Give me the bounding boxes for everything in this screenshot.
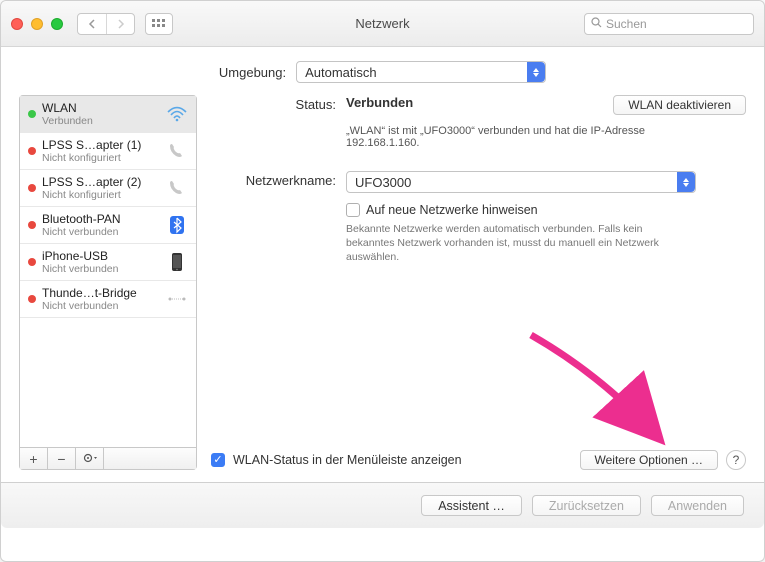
sidebar-item-label: WLAN: [42, 101, 160, 115]
phone-icon: [166, 140, 188, 162]
sidebar-item-lpss2[interactable]: LPSS S…apter (2) Nicht konfiguriert: [20, 170, 196, 207]
help-button[interactable]: ?: [726, 450, 746, 470]
status-dot-icon: [28, 110, 36, 118]
menubar-label: WLAN-Status in der Menüleiste anzeigen: [233, 453, 462, 467]
forward-button[interactable]: [106, 14, 134, 34]
sidebar-item-status: Nicht verbunden: [42, 263, 160, 275]
status-row: Status: Verbunden WLAN deaktivieren: [211, 95, 746, 115]
back-button[interactable]: [78, 14, 106, 34]
phone-icon: [166, 177, 188, 199]
sidebar-item-bluetooth[interactable]: Bluetooth-PAN Nicht verbunden: [20, 207, 196, 244]
sidebar-item-wlan[interactable]: WLAN Verbunden: [20, 96, 196, 133]
sidebar-footer: + −: [20, 447, 196, 469]
service-actions-button[interactable]: [76, 448, 104, 469]
status-dot-icon: [28, 184, 36, 192]
location-select[interactable]: Automatisch: [296, 61, 546, 83]
chevron-updown-icon: [677, 172, 695, 192]
apply-button[interactable]: Anwenden: [651, 495, 744, 516]
location-value: Automatisch: [305, 65, 377, 80]
new-networks-label: Auf neue Netzwerke hinweisen: [366, 203, 538, 217]
search-placeholder: Suchen: [606, 17, 647, 31]
sidebar-item-label: iPhone-USB: [42, 249, 160, 263]
gear-icon: [82, 451, 98, 467]
new-networks-checkbox[interactable]: [346, 203, 360, 217]
panel-footer: WLAN-Status in der Menüleiste anzeigen W…: [211, 450, 746, 470]
revert-button[interactable]: Zurücksetzen: [532, 495, 641, 516]
sidebar-item-label: Bluetooth-PAN: [42, 212, 160, 226]
services-sidebar: WLAN Verbunden LPSS S…apter (1) Nicht ko…: [19, 95, 197, 470]
location-label: Umgebung:: [219, 65, 286, 80]
sidebar-item-status: Nicht konfiguriert: [42, 189, 160, 201]
sidebar-item-label: LPSS S…apter (2): [42, 175, 160, 189]
main-area: WLAN Verbunden LPSS S…apter (1) Nicht ko…: [1, 95, 764, 482]
grid-icon: [152, 19, 166, 29]
zoom-icon[interactable]: [51, 18, 63, 30]
status-dot-icon: [28, 147, 36, 155]
annotation-arrow-icon: [511, 325, 681, 455]
iphone-icon: [166, 251, 188, 273]
status-dot-icon: [28, 295, 36, 303]
titlebar: Netzwerk Suchen: [1, 1, 764, 47]
new-networks-hint: Bekannte Netzwerke werden automatisch ve…: [346, 222, 686, 265]
sidebar-item-status: Verbunden: [42, 115, 160, 127]
sidebar-item-thunderbolt[interactable]: Thunde…t-Bridge Nicht verbunden: [20, 281, 196, 318]
show-all-button[interactable]: [145, 13, 173, 35]
new-networks-row: Auf neue Netzwerke hinweisen: [346, 203, 746, 217]
chevron-updown-icon: [527, 62, 545, 82]
more-options-button[interactable]: Weitere Optionen …: [580, 450, 719, 470]
status-dot-icon: [28, 258, 36, 266]
close-icon[interactable]: [11, 18, 23, 30]
search-icon: [591, 17, 602, 31]
bluetooth-icon: [166, 214, 188, 236]
network-label: Netzwerkname:: [211, 171, 346, 193]
minimize-icon[interactable]: [31, 18, 43, 30]
wifi-icon: [166, 103, 188, 125]
status-label: Status:: [211, 95, 346, 115]
remove-service-button[interactable]: −: [48, 448, 76, 469]
sidebar-item-label: Thunde…t-Bridge: [42, 286, 160, 300]
sidebar-item-label: LPSS S…apter (1): [42, 138, 160, 152]
assistant-button[interactable]: Assistent …: [421, 495, 522, 516]
status-dot-icon: [28, 221, 36, 229]
search-input[interactable]: Suchen: [584, 13, 754, 35]
sidebar-item-status: Nicht verbunden: [42, 300, 160, 312]
sidebar-item-status: Nicht verbunden: [42, 226, 160, 238]
system-preferences-window: Netzwerk Suchen Umgebung: Automatisch WL…: [0, 0, 765, 562]
network-row: Netzwerkname: UFO3000: [211, 171, 746, 193]
traffic-lights: [11, 18, 63, 30]
detail-panel: Status: Verbunden WLAN deaktivieren „WLA…: [211, 95, 746, 470]
nav-back-forward: [77, 13, 135, 35]
sidebar-item-iphone[interactable]: iPhone-USB Nicht verbunden: [20, 244, 196, 281]
status-subtext: „WLAN“ ist mit „UFO3000“ verbunden und h…: [346, 125, 696, 149]
wlan-deactivate-button[interactable]: WLAN deaktivieren: [613, 95, 746, 115]
network-value: UFO3000: [355, 175, 411, 190]
menubar-checkbox[interactable]: [211, 453, 225, 467]
network-select[interactable]: UFO3000: [346, 171, 696, 193]
status-value: Verbunden: [346, 95, 413, 110]
thunderbolt-icon: [166, 288, 188, 310]
sidebar-item-status: Nicht konfiguriert: [42, 152, 160, 164]
bottom-bar: Assistent … Zurücksetzen Anwenden: [1, 482, 764, 528]
sidebar-item-lpss1[interactable]: LPSS S…apter (1) Nicht konfiguriert: [20, 133, 196, 170]
add-service-button[interactable]: +: [20, 448, 48, 469]
location-row: Umgebung: Automatisch: [1, 47, 764, 95]
